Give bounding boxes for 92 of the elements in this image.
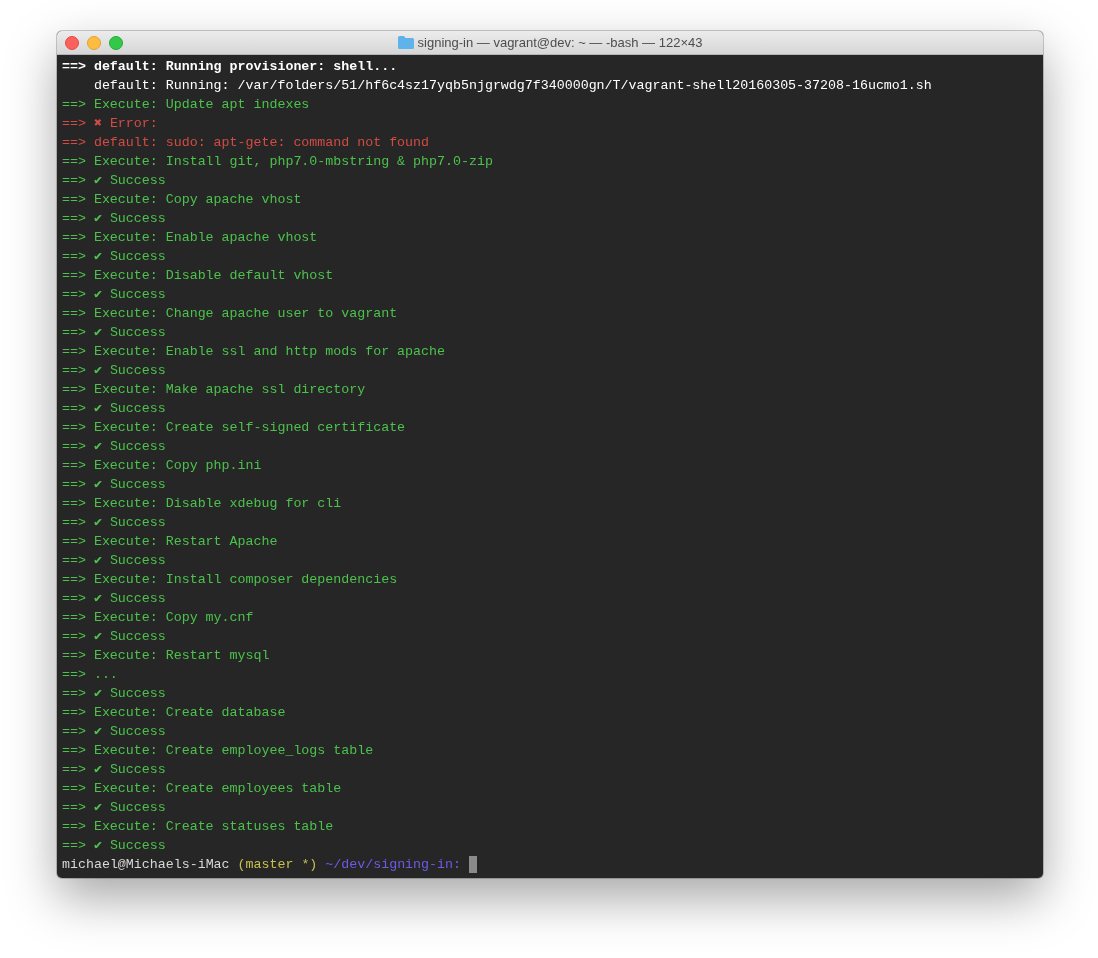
output-line: default: Running: /var/folders/51/hf6c4sz17yqb5njgrwdg7f340000gn/T/vagrant-shell20160305-37208-16ucmo1.sh — [93, 77, 932, 95]
arrow-prefix: ==> — [62, 552, 87, 570]
output-line: ✔ Success — [93, 248, 166, 266]
output-line: Execute: Restart mysql — [93, 647, 270, 665]
arrow-prefix: ==> — [62, 723, 87, 741]
output-line: Execute: Create database — [93, 704, 286, 722]
arrow-prefix: ==> — [62, 742, 87, 760]
output-line: ✔ Success — [93, 761, 166, 779]
arrow-prefix: ==> — [62, 134, 87, 152]
arrow-prefix: ==> — [62, 305, 87, 323]
zoom-button[interactable] — [109, 35, 123, 50]
output-line: Execute: Enable apache vhost — [93, 229, 318, 247]
prompt-user: michael@Michaels-iMac — [62, 856, 230, 874]
output-line: Execute: Copy my.cnf — [93, 609, 254, 627]
output-line: ✔ Success — [93, 514, 166, 532]
arrow-prefix: ==> — [62, 628, 87, 646]
arrow-prefix: ==> — [62, 514, 87, 532]
arrow-prefix: ==> — [62, 267, 87, 285]
arrow-prefix: ==> — [62, 590, 87, 608]
output-line: default: Running provisioner: shell... — [93, 58, 398, 76]
output-line: ... — [93, 666, 118, 684]
output-line: Execute: Enable ssl and http mods for apache — [93, 343, 445, 361]
output-line: Execute: Create statuses table — [93, 818, 334, 836]
output-line: Execute: Create self-signed certificate — [93, 419, 406, 437]
git-branch: (master *) — [237, 856, 318, 874]
prompt-path: ~/dev/signing-in: — [325, 856, 461, 874]
output-line: Execute: Make apache ssl directory — [93, 381, 366, 399]
arrow-prefix: ==> — [62, 799, 87, 817]
output-line: ✖ Error: — [93, 115, 158, 133]
output-line: default: sudo: apt-gete: command not found — [93, 134, 430, 152]
arrow-prefix: ==> — [62, 381, 87, 399]
output-line: ✔ Success — [93, 400, 166, 418]
arrow-prefix: ==> — [62, 837, 87, 855]
arrow-prefix: ==> — [62, 58, 87, 76]
output-line: Execute: Restart Apache — [93, 533, 278, 551]
output-line: Execute: Disable default vhost — [93, 267, 334, 285]
output-line: Execute: Copy apache vhost — [93, 191, 302, 209]
arrow-prefix: ==> — [62, 362, 87, 380]
arrow-prefix: ==> — [62, 286, 87, 304]
output-line: ✔ Success — [93, 438, 166, 456]
output-line: Execute: Create employee_logs table — [93, 742, 374, 760]
window-title: signing-in — vagrant@dev: ~ — -bash — 122×43 — [417, 35, 703, 50]
output-line: ✔ Success — [93, 590, 166, 608]
output-line: Execute: Create employees table — [93, 780, 342, 798]
output-line: ✔ Success — [93, 723, 166, 741]
output-line: ✔ Success — [93, 172, 166, 190]
arrow-prefix: ==> — [62, 248, 87, 266]
arrow-prefix: ==> — [62, 685, 87, 703]
output-line: Execute: Install composer dependencies — [93, 571, 398, 589]
arrow-prefix: ==> — [62, 324, 87, 342]
output-line: ✔ Success — [93, 210, 166, 228]
arrow-prefix: ==> — [62, 172, 87, 190]
arrow-prefix: ==> — [62, 818, 87, 836]
output-line: Execute: Disable xdebug for cli — [93, 495, 342, 513]
output-line: ✔ Success — [93, 476, 166, 494]
arrow-prefix: ==> — [62, 229, 87, 247]
cursor — [468, 856, 477, 873]
arrow-prefix: ==> — [62, 761, 87, 779]
arrow-prefix: ==> — [62, 191, 87, 209]
arrow-prefix: ==> — [62, 609, 87, 627]
output-line: ✔ Success — [93, 799, 166, 817]
output-line: ✔ Success — [93, 324, 166, 342]
arrow-prefix: ==> — [62, 533, 87, 551]
output-line: ✔ Success — [93, 628, 166, 646]
arrow-prefix: ==> — [62, 666, 87, 684]
output-line: ✔ Success — [93, 362, 166, 380]
arrow-prefix: ==> — [62, 495, 87, 513]
arrow-prefix: ==> — [62, 115, 87, 133]
arrow-prefix: ==> — [62, 704, 87, 722]
output-line: Execute: Copy php.ini — [93, 457, 262, 475]
arrow-prefix: ==> — [62, 96, 87, 114]
output-line: Execute: Update apt indexes — [93, 96, 310, 114]
arrow-prefix: ==> — [62, 571, 87, 589]
arrow-prefix: ==> — [62, 419, 87, 437]
arrow-prefix: ==> — [62, 476, 87, 494]
output-line: ✔ Success — [93, 286, 166, 304]
arrow-prefix: ==> — [62, 210, 87, 228]
output-line: Execute: Change apache user to vagrant — [93, 305, 398, 323]
output-line: Execute: Install git, php7.0-mbstring & php7.0-zip — [93, 153, 493, 171]
close-button[interactable] — [65, 35, 79, 50]
output-line: ✔ Success — [93, 552, 166, 570]
arrow-prefix: ==> — [62, 343, 87, 361]
arrow-prefix: ==> — [62, 647, 87, 665]
minimize-button[interactable] — [87, 35, 101, 50]
arrow-prefix: ==> — [62, 780, 87, 798]
arrow-prefix: ==> — [62, 400, 87, 418]
output-line: ✔ Success — [93, 837, 166, 855]
folder-icon — [397, 36, 414, 49]
arrow-prefix: ==> — [62, 153, 87, 171]
arrow-prefix: ==> — [62, 438, 87, 456]
output-line: ✔ Success — [93, 685, 166, 703]
arrow-prefix: ==> — [62, 457, 87, 475]
